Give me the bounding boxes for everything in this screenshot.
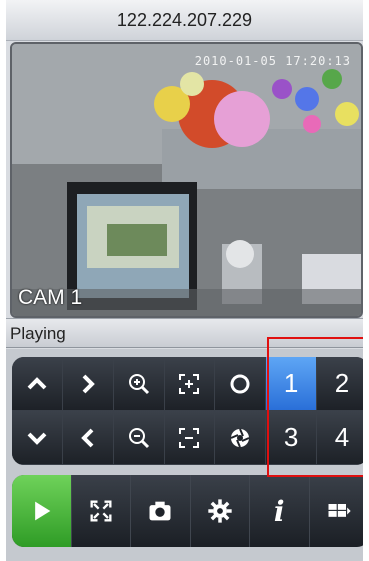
layout-button[interactable] xyxy=(310,475,364,547)
zoom-out-icon xyxy=(128,427,149,448)
app-screen: 122.224.207.229 2010-01-05 17:20:13 CAM … xyxy=(6,0,363,561)
pan-right-button[interactable] xyxy=(62,357,114,411)
play-icon xyxy=(35,501,51,521)
focus-near-button[interactable] xyxy=(164,357,216,411)
playback-status: Playing xyxy=(10,324,66,343)
pan-left-button[interactable] xyxy=(62,411,114,465)
camera-feed-image xyxy=(12,44,361,316)
channel-4-button[interactable]: 4 xyxy=(317,411,363,465)
play-button[interactable] xyxy=(12,475,72,547)
info-icon: i xyxy=(273,494,285,528)
pan-down-button[interactable] xyxy=(12,411,63,465)
status-bar: Playing xyxy=(6,318,363,348)
chevron-left-icon xyxy=(80,428,94,447)
focus-near-icon xyxy=(179,373,200,394)
channel-2-button[interactable]: 2 xyxy=(317,357,363,411)
chevron-right-icon xyxy=(82,374,95,393)
pan-up-button[interactable] xyxy=(12,357,63,411)
zoom-in-button[interactable] xyxy=(113,357,165,411)
zoom-out-button[interactable] xyxy=(113,411,165,465)
focus-far-icon xyxy=(179,427,200,448)
snapshot-button[interactable] xyxy=(131,475,191,547)
iris-open-icon xyxy=(230,374,250,393)
title-bar: 122.224.207.229 xyxy=(6,0,363,41)
camera-icon xyxy=(149,501,171,521)
video-view[interactable]: 2010-01-05 17:20:13 CAM 1 xyxy=(10,42,363,318)
fullscreen-button[interactable] xyxy=(72,475,131,547)
fullscreen-icon xyxy=(90,500,112,522)
camera-label: CAM 1 xyxy=(18,286,83,309)
channel-3-button[interactable]: 3 xyxy=(266,411,318,465)
channel-1-button[interactable]: 1 xyxy=(266,357,318,411)
settings-button[interactable] xyxy=(191,475,250,547)
focus-far-button[interactable] xyxy=(164,411,216,465)
info-button[interactable]: i xyxy=(250,475,310,547)
bottom-toolbar: i xyxy=(12,475,363,547)
iris-open-button[interactable] xyxy=(215,357,267,411)
chevron-up-icon xyxy=(27,376,47,389)
ptz-control-grid: 1 2 3 4 xyxy=(12,357,363,465)
video-timestamp: 2010-01-05 17:20:13 xyxy=(194,54,351,68)
page-title: 122.224.207.229 xyxy=(116,9,253,30)
control-panel: 1 2 3 4 i xyxy=(6,349,363,561)
iris-close-button[interactable] xyxy=(215,411,267,465)
iris-close-icon xyxy=(230,428,250,447)
chevron-down-icon xyxy=(27,432,47,445)
gear-icon xyxy=(208,499,232,523)
layout-icon xyxy=(328,504,351,517)
zoom-in-icon xyxy=(128,373,149,394)
